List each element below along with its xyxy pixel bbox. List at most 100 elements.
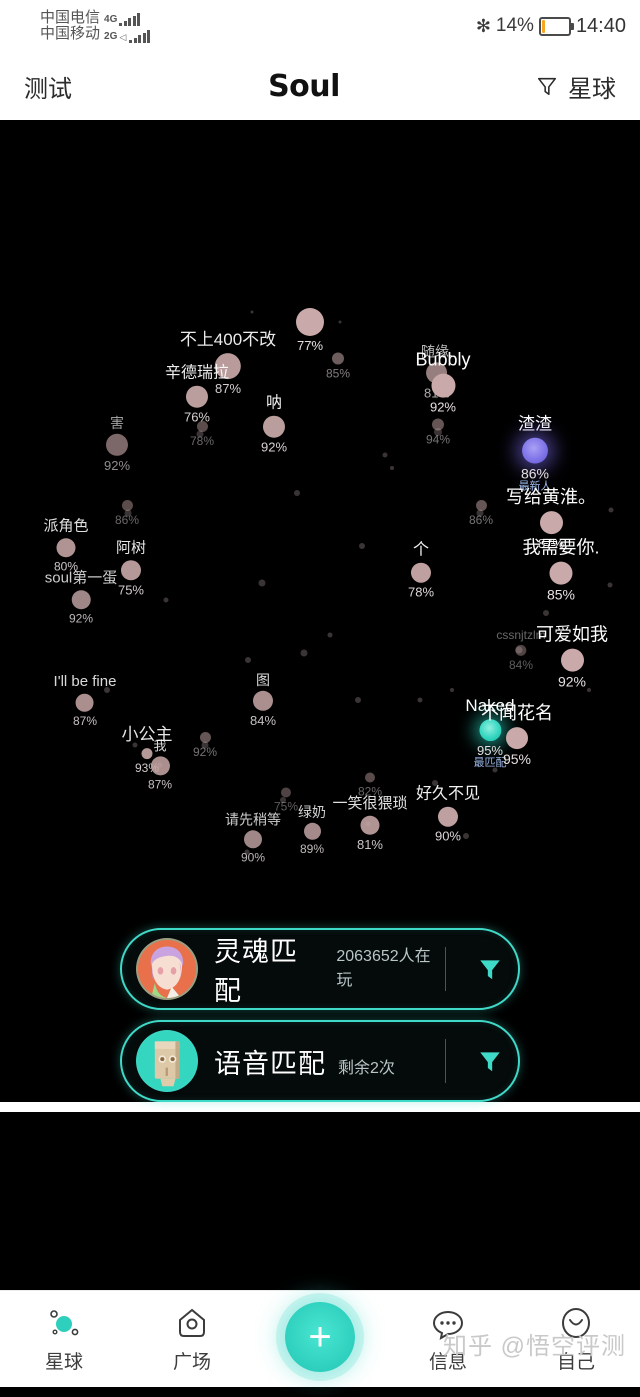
planet-starmap[interactable]: 不上400不改87%77%辛德瑞拉76%害92%呐92%随缘.81%Bubbly… [0, 120, 640, 910]
background-star-dot [258, 579, 266, 587]
planet-name-label: 绿奶 [298, 803, 326, 820]
page-title: Soul [268, 68, 340, 104]
planet-sphere[interactable] [76, 693, 94, 712]
planet-sphere[interactable] [432, 418, 444, 431]
planet-sphere[interactable] [121, 500, 133, 511]
planet-node[interactable]: 75% [274, 787, 298, 813]
planet-node[interactable]: 92% [193, 732, 217, 758]
nav-item-square[interactable]: 广场 [137, 1305, 247, 1374]
match-card-soul-texts: 灵魂匹配 2063652人在玩 [198, 930, 445, 1008]
nav-item-messages[interactable]: 信息 [393, 1305, 503, 1374]
background-star-dot [294, 490, 300, 496]
planet-sphere[interactable] [506, 726, 528, 749]
planet-sphere[interactable] [303, 823, 321, 841]
match-card-voice-filter-button[interactable] [468, 1048, 512, 1074]
planet-sphere[interactable] [199, 732, 211, 743]
planet-name-label: 我需要你. [522, 537, 600, 558]
planet-node[interactable]: 害 92% [104, 414, 130, 472]
planet-sphere[interactable] [475, 500, 487, 511]
planet-node[interactable]: 一笑很猥琐 81% [332, 795, 407, 850]
planet-node[interactable]: 请先稍等 90% [225, 811, 281, 863]
planet-node[interactable]: 86% [469, 500, 493, 526]
planet-sphere[interactable] [150, 756, 170, 776]
planet-sphere[interactable] [522, 437, 548, 464]
planet-match-percent: 87% [72, 713, 98, 728]
planet-node[interactable]: 个 78% [408, 542, 434, 599]
planet-node[interactable]: 82% [358, 772, 382, 798]
planet-sphere[interactable] [411, 562, 431, 583]
match-card-voice[interactable]: 语音匹配 剩余2次 [120, 1020, 520, 1102]
planet-node[interactable]: 好久不见 90% [416, 786, 480, 843]
planet-node[interactable]: 派角色 80% [43, 518, 88, 572]
planet-node[interactable]: 渣渣 86% 最新人 [518, 415, 552, 493]
planet-node[interactable]: 不闻花名 95% [481, 703, 553, 766]
planet-sphere[interactable] [549, 561, 573, 585]
planet-icon [50, 1309, 79, 1335]
anime-girl-avatar [136, 938, 198, 1000]
planet-match-percent: 75% [117, 581, 145, 597]
planet-sphere[interactable] [106, 434, 128, 457]
planet-sphere[interactable] [560, 648, 584, 672]
planet-name-label: soul第一蛋 [44, 569, 118, 587]
planet-node[interactable]: 77% [296, 308, 324, 352]
planet-sphere[interactable] [244, 830, 262, 849]
header-left-button[interactable]: 测试 [24, 69, 72, 104]
planet-name-label: 不上400不改 [179, 330, 277, 350]
carrier-name-2: 中国移动 [40, 24, 101, 42]
planet-node[interactable]: 94% [426, 418, 450, 446]
planet-sphere[interactable] [365, 772, 375, 783]
planet-node[interactable]: 我需要你. 85% [522, 537, 600, 602]
bottom-navigation-bar: 星球 广场 + 信息 自己 知乎 @悟空评测 [0, 1290, 640, 1387]
planet-sphere[interactable] [185, 385, 208, 408]
planet-node[interactable]: cssnjtzlm 84% [496, 628, 545, 671]
planet-node[interactable]: 呐 92% [261, 395, 287, 454]
header-right-button[interactable]: 星球 [536, 69, 616, 104]
header-right-label: 星球 [567, 75, 616, 103]
plus-icon[interactable]: + [285, 1302, 355, 1372]
nav-item-planet[interactable]: 星球 [9, 1305, 119, 1374]
planet-sphere[interactable] [430, 373, 455, 398]
planet-node[interactable]: 绿奶 89% [298, 803, 326, 857]
planet-node[interactable]: 86% [115, 500, 139, 526]
planet-sphere[interactable] [253, 691, 273, 712]
planet-sphere[interactable] [196, 421, 208, 432]
status-bar-left: 中国电信 中国移动 4G 2G ◁ [40, 9, 151, 43]
planet-node[interactable]: 辛德瑞拉 76% [165, 365, 229, 424]
planet-sphere[interactable] [515, 645, 527, 657]
planet-node[interactable]: 78% [190, 421, 214, 447]
planet-match-percent: 92% [557, 673, 587, 690]
bluetooth-icon: ✻ [475, 15, 491, 36]
background-star-dot [327, 632, 333, 638]
planet-node[interactable]: I'll be fine 87% [54, 673, 117, 728]
match-card-soul[interactable]: 灵魂匹配 2063652人在玩 [120, 928, 520, 1010]
planet-sphere[interactable] [263, 415, 285, 438]
nav-item-create[interactable]: + [265, 1302, 375, 1372]
planet-node[interactable]: 我 87% [148, 739, 172, 791]
planet-node[interactable]: 可爱如我 92% [536, 625, 608, 690]
planet-node[interactable]: soul第一蛋 92% [45, 570, 118, 624]
match-card-soul-filter-button[interactable] [468, 956, 512, 982]
planet-sphere[interactable] [539, 510, 563, 534]
planet-sphere[interactable] [437, 806, 458, 827]
planet-sphere[interactable] [56, 537, 76, 557]
planet-node[interactable]: 85% [326, 352, 350, 380]
planet-match-percent: 89% [299, 842, 325, 857]
funnel-icon [537, 77, 557, 96]
planet-node[interactable]: 图 84% [250, 671, 276, 727]
planet-node[interactable]: 阿树 75% [116, 540, 146, 596]
planet-node[interactable]: Bubbly 92% [415, 350, 470, 414]
planet-name-label: 辛德瑞拉 [164, 364, 230, 382]
smiley-icon [562, 1307, 590, 1338]
planet-name-label: 图 [256, 671, 270, 688]
planet-sphere[interactable] [360, 815, 380, 835]
match-card-voice-texts: 语音匹配 剩余2次 [198, 1042, 445, 1081]
background-star-dot [450, 688, 454, 692]
planet-sphere[interactable] [296, 308, 324, 336]
planet-sphere[interactable] [281, 787, 291, 798]
planet-sphere[interactable] [71, 589, 91, 609]
planet-sphere[interactable] [120, 559, 141, 580]
planet-name-label: 害 [110, 414, 124, 431]
planet-sphere[interactable] [332, 352, 344, 365]
planet-match-percent: 86% [468, 513, 494, 527]
nav-item-profile[interactable]: 自己 [521, 1305, 631, 1374]
